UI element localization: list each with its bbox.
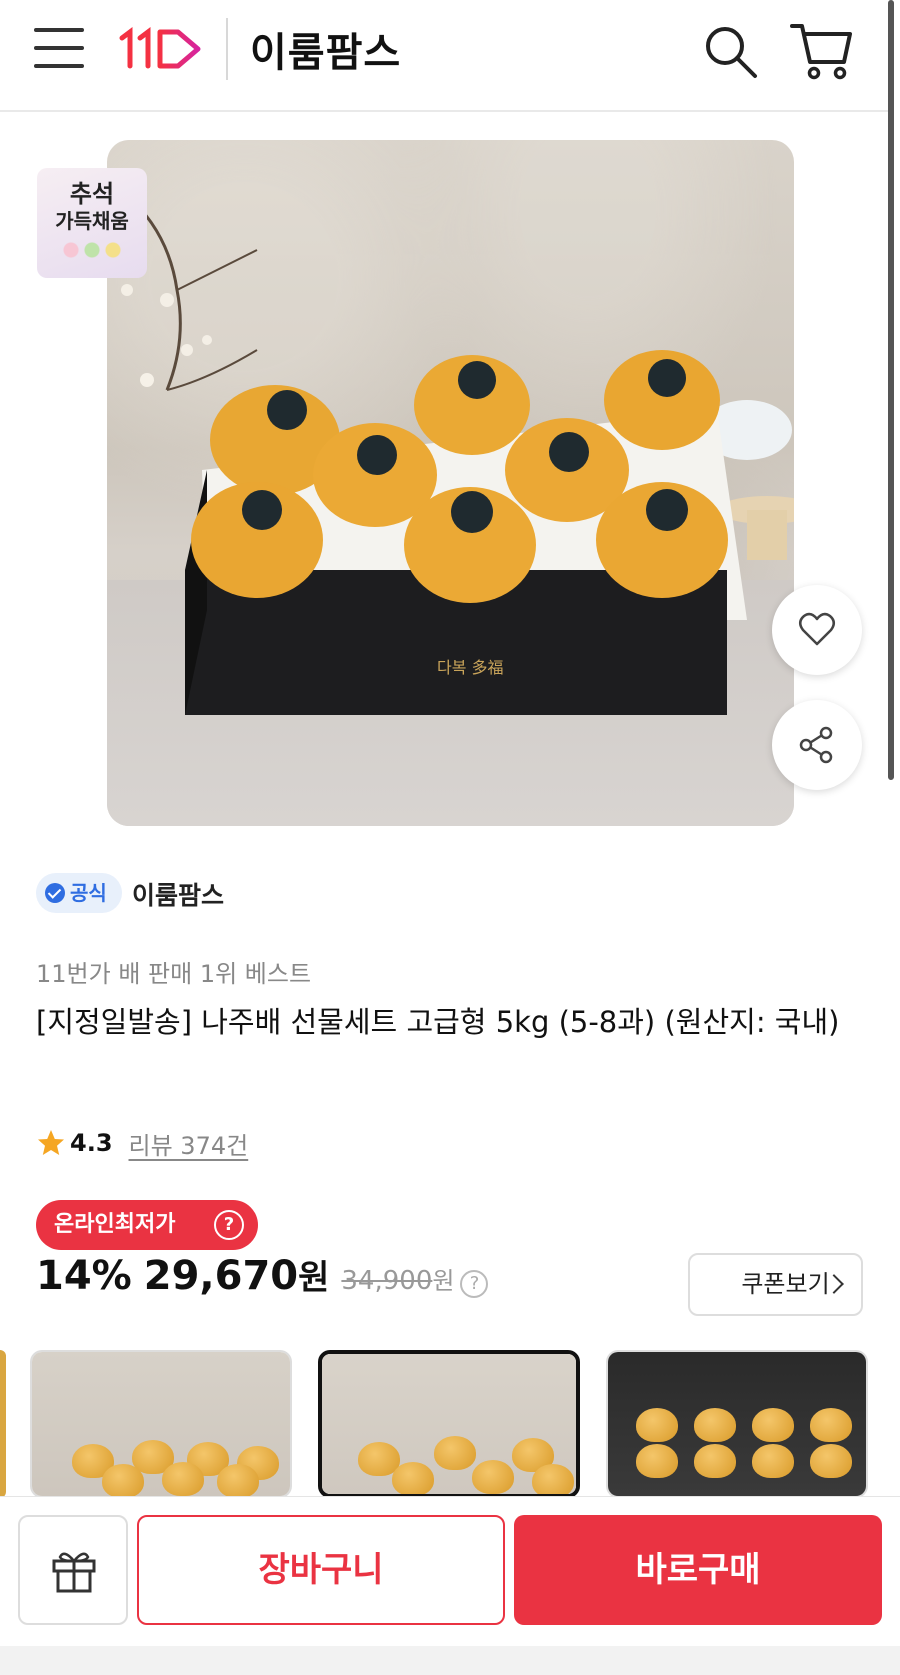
share-icon: [799, 726, 833, 764]
chuseok-promo-badge[interactable]: 추석 가득채움: [37, 168, 147, 278]
badge-line2: 가득채움: [55, 209, 129, 233]
songpyeon-icon: [62, 240, 122, 260]
top-header: 이룸팜스: [0, 0, 890, 112]
menu-icon[interactable]: [34, 28, 84, 70]
sale-price: 29,670: [143, 1253, 299, 1299]
badge-line1: 추석: [69, 180, 115, 208]
thumbnail-partial-left[interactable]: [0, 1350, 6, 1496]
wishlist-button[interactable]: [772, 585, 862, 675]
verified-check-icon: [45, 883, 65, 903]
bottom-action-bar: 장바구니 바로구매: [0, 1496, 900, 1646]
discount-rate: 14%: [36, 1253, 132, 1299]
thumbnail-3[interactable]: [606, 1350, 868, 1496]
rating-row: 4.3 리뷰 374건: [36, 1124, 248, 1162]
view-coupon-button[interactable]: 쿠폰보기: [688, 1253, 863, 1316]
eleven-street-logo[interactable]: [118, 24, 204, 72]
product-hero-image[interactable]: 다복 多福: [107, 140, 794, 826]
sale-price-currency: 원: [298, 1258, 330, 1298]
scrollbar[interactable]: [888, 0, 894, 780]
lowest-price-badge[interactable]: 온라인최저가 ?: [36, 1200, 258, 1250]
system-nav-area: [0, 1646, 900, 1675]
gift-icon: [52, 1552, 96, 1593]
heart-icon: [799, 612, 835, 646]
coupon-button-label: 쿠폰보기: [741, 1270, 830, 1298]
price-row: 14% 29,670 원 34,900 원 ?: [36, 1250, 489, 1310]
original-price-currency: 원: [432, 1267, 455, 1295]
price-info-icon[interactable]: ?: [460, 1270, 489, 1298]
seller-name-link[interactable]: 이룸팜스: [132, 876, 224, 912]
lowest-price-label: 온라인최저가: [54, 1212, 176, 1237]
official-badge: 공식: [36, 873, 122, 913]
official-label: 공식: [70, 881, 107, 905]
add-to-cart-button[interactable]: 장바구니: [137, 1515, 505, 1625]
thumbnail-1[interactable]: [30, 1350, 292, 1496]
header-divider: [226, 18, 228, 80]
original-price: 34,900: [341, 1266, 433, 1296]
rating-value: 4.3: [70, 1129, 113, 1157]
product-photo-pear-box: 다복 多福: [107, 178, 794, 715]
buy-now-button[interactable]: 바로구매: [514, 1515, 882, 1625]
thumbnail-carousel[interactable]: [0, 1348, 900, 1496]
review-count-link[interactable]: 리뷰 374건: [129, 1126, 249, 1161]
store-title[interactable]: 이룸팜스: [250, 20, 401, 78]
thumbnail-2-selected[interactable]: [318, 1350, 580, 1496]
star-icon: [38, 1130, 64, 1155]
help-icon[interactable]: ?: [214, 1210, 244, 1240]
cart-icon[interactable]: [790, 22, 852, 80]
box-print-text: 다복 多福: [437, 658, 504, 677]
product-title: [지정일발송] 나주배 선물세트 고급형 5kg (5-8과) (원산지: 국내…: [36, 1005, 840, 1039]
share-button[interactable]: [772, 700, 862, 790]
gift-button[interactable]: [18, 1515, 128, 1625]
search-icon[interactable]: [703, 24, 759, 80]
ranking-text: 11번가 배 판매 1위 베스트: [36, 960, 312, 988]
